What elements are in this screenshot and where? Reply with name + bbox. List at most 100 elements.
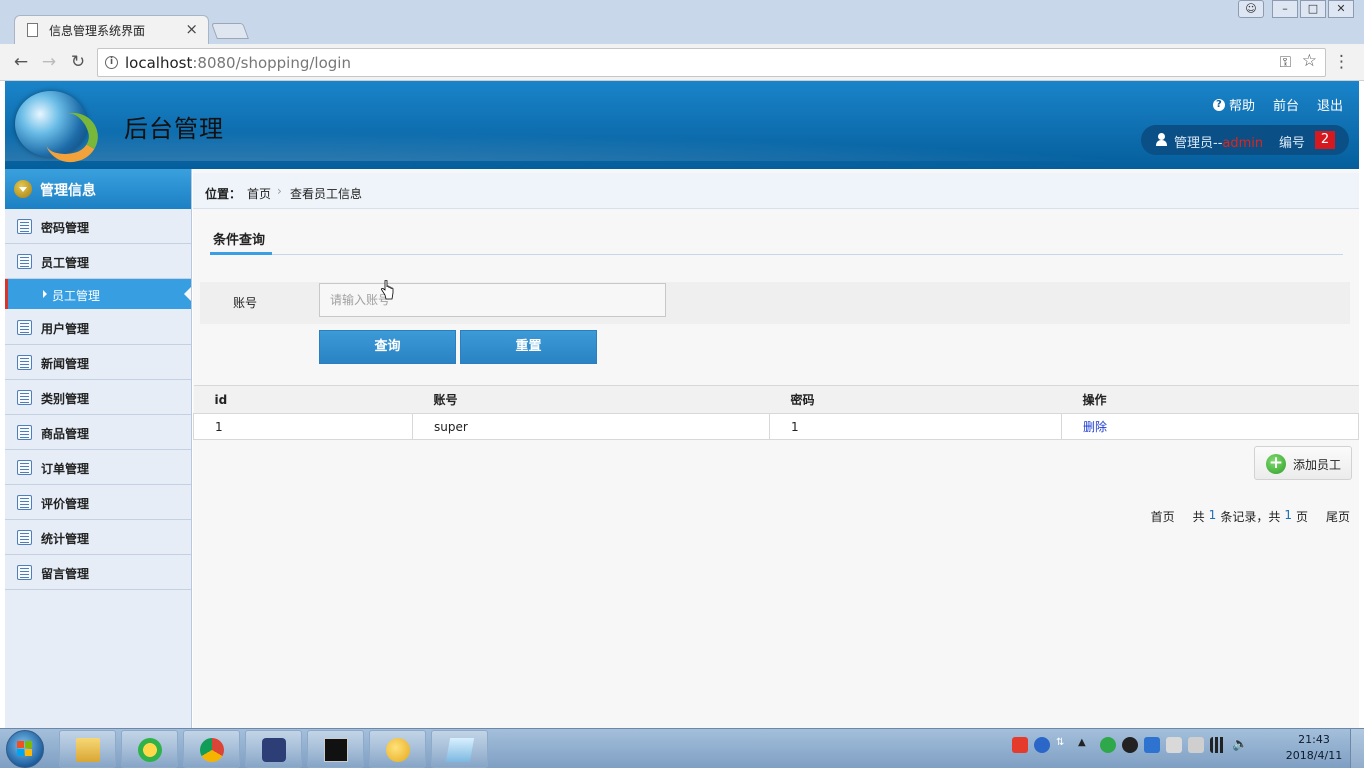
network-app-icon[interactable] [1100, 737, 1116, 753]
help-tray-icon[interactable] [1034, 737, 1050, 753]
eclipse-icon [262, 738, 286, 762]
sidebar-item-news[interactable]: 新闻管理 [5, 345, 191, 380]
account-search-input[interactable] [319, 283, 666, 317]
sidebar-header-label: 管理信息 [40, 183, 96, 199]
browser-menu-icon[interactable]: ⋮ [1333, 52, 1350, 72]
sidebar-item-label: 类别管理 [41, 392, 90, 406]
caret-right-icon [43, 290, 47, 298]
sidebar-header[interactable]: 管理信息 [5, 169, 191, 209]
search-button[interactable]: 查询 [319, 330, 456, 364]
last-page-link[interactable]: 尾页 [1326, 508, 1350, 525]
sidebar-item-messages[interactable]: 留言管理 [5, 555, 191, 590]
close-button[interactable]: ✕ [1328, 0, 1354, 18]
sidebar-item-categories[interactable]: 类别管理 [5, 380, 191, 415]
pagination: 首页 共 1 条记录，共 1 页 尾页 [1151, 508, 1350, 525]
query-tab-bar: 条件查询 [210, 217, 1343, 255]
system-clock[interactable]: 21:43 2018/4/11 [1283, 732, 1345, 764]
minimize-button[interactable]: – [1272, 0, 1298, 18]
sidebar-item-label: 统计管理 [41, 532, 90, 546]
taskbar: ⇅ ▲ 🔈 21:43 2018/4/11 [0, 728, 1364, 768]
tab-close-icon[interactable]: × [185, 20, 198, 38]
number-label: 编号 [1279, 136, 1306, 151]
user-icon [1156, 133, 1167, 147]
start-button[interactable] [6, 730, 44, 768]
show-hidden-icons[interactable]: ▲ [1078, 737, 1094, 753]
pager-pages-suffix: 页 [1295, 510, 1308, 524]
sidebar: 管理信息 密码管理 员工管理 员工管理 用户管理 新闻管理 类别管理 商品管理 … [5, 169, 192, 728]
browser-tab[interactable]: 信息管理系统界面 × [14, 15, 209, 44]
maximize-button[interactable]: □ [1300, 0, 1326, 18]
list-icon [17, 425, 32, 440]
taskbar-chrome[interactable] [183, 730, 240, 768]
chrome-icon [200, 738, 224, 762]
taskbar-qq-music[interactable] [121, 730, 178, 768]
plus-icon: + [1266, 454, 1286, 474]
app-title: 后台管理 [124, 115, 224, 143]
shield-icon[interactable] [1144, 737, 1160, 753]
tray-arrows-icon[interactable]: ⇅ [1056, 737, 1072, 753]
app-header: 后台管理 ? 帮助 前台 退出 管理员--admin 编号 2 [5, 81, 1359, 169]
page-icon [27, 23, 38, 37]
reload-icon[interactable]: ↻ [67, 51, 89, 73]
logo [15, 91, 87, 157]
key-icon[interactable]: ⚿ [1280, 53, 1291, 71]
address-bar[interactable]: i localhost:8080/shopping/login ⚿ ☆ [97, 48, 1326, 77]
sidebar-item-orders[interactable]: 订单管理 [5, 450, 191, 485]
list-icon [17, 355, 32, 370]
flag-icon[interactable] [1166, 737, 1182, 753]
tab-conditional-query[interactable]: 条件查询 [210, 229, 272, 255]
staff-table: id 账号 密码 操作 1 super 1 删除 [193, 385, 1359, 440]
sidebar-item-products[interactable]: 商品管理 [5, 415, 191, 450]
taskbar-cmd[interactable] [307, 730, 364, 768]
sidebar-subitem-label: 员工管理 [52, 289, 101, 303]
signal-icon[interactable] [1210, 737, 1226, 753]
clock-date: 2018/4/11 [1285, 749, 1343, 762]
pager-total-pages: 1 [1284, 508, 1292, 522]
sidebar-item-staff[interactable]: 员工管理 [5, 244, 191, 279]
breadcrumb-home[interactable]: 首页 [247, 185, 271, 202]
info-icon[interactable]: i [105, 56, 118, 69]
device-icon[interactable] [1188, 737, 1204, 753]
profile-icon[interactable]: ☺ [1238, 0, 1264, 18]
front-link[interactable]: 前台 [1273, 95, 1299, 114]
pager-records-suffix: 条记录，共 [1220, 510, 1281, 524]
qq-penguin-icon[interactable] [1122, 737, 1138, 753]
help-link[interactable]: 帮助 [1229, 95, 1255, 114]
username: admin [1222, 136, 1264, 151]
first-page-link[interactable]: 首页 [1151, 508, 1175, 525]
address-url[interactable]: localhost:8080/shopping/login [125, 54, 351, 72]
taskbar-paint-app[interactable] [369, 730, 426, 768]
table-row: 1 super 1 删除 [193, 413, 1359, 440]
table-header-row: id 账号 密码 操作 [193, 385, 1359, 414]
notepad-icon [445, 738, 475, 762]
sidebar-item-password[interactable]: 密码管理 [5, 209, 191, 244]
add-staff-label: 添加员工 [1293, 458, 1342, 472]
add-staff-button[interactable]: + 添加员工 [1254, 446, 1352, 480]
sidebar-item-reviews[interactable]: 评价管理 [5, 485, 191, 520]
music-note-icon [138, 738, 162, 762]
help-icon[interactable]: ? [1212, 98, 1225, 111]
show-desktop-button[interactable] [1350, 729, 1364, 768]
taskbar-eclipse[interactable] [245, 730, 302, 768]
forward-arrow-icon[interactable]: → [38, 51, 60, 73]
sidebar-item-statistics[interactable]: 统计管理 [5, 520, 191, 555]
taskbar-notepad[interactable] [431, 730, 488, 768]
new-tab-button[interactable] [211, 23, 249, 39]
pager-gap [1312, 508, 1322, 525]
taskbar-file-explorer[interactable] [59, 730, 116, 768]
sidebar-item-label: 新闻管理 [41, 357, 90, 371]
reset-button[interactable]: 重置 [460, 330, 597, 364]
sogou-ime-icon[interactable] [1012, 737, 1028, 753]
delete-link[interactable]: 删除 [1083, 420, 1107, 434]
header-links: ? 帮助 前台 退出 [1212, 95, 1343, 114]
logout-link[interactable]: 退出 [1317, 95, 1343, 114]
main-content: 位置： 首页 › 查看员工信息 条件查询 账号 查询 重置 id 账号 密码 操… [193, 169, 1359, 728]
volume-icon[interactable]: 🔈 [1232, 737, 1248, 753]
number-badge: 2 [1315, 131, 1335, 149]
back-arrow-icon[interactable]: ← [10, 51, 32, 73]
sidebar-subitem-staff[interactable]: 员工管理 [5, 279, 191, 309]
user-info-bar: 管理员--admin 编号 2 [1141, 125, 1349, 155]
bookmark-star-icon[interactable]: ☆ [1302, 51, 1317, 71]
sidebar-item-label: 密码管理 [41, 221, 90, 235]
sidebar-item-users[interactable]: 用户管理 [5, 310, 191, 345]
